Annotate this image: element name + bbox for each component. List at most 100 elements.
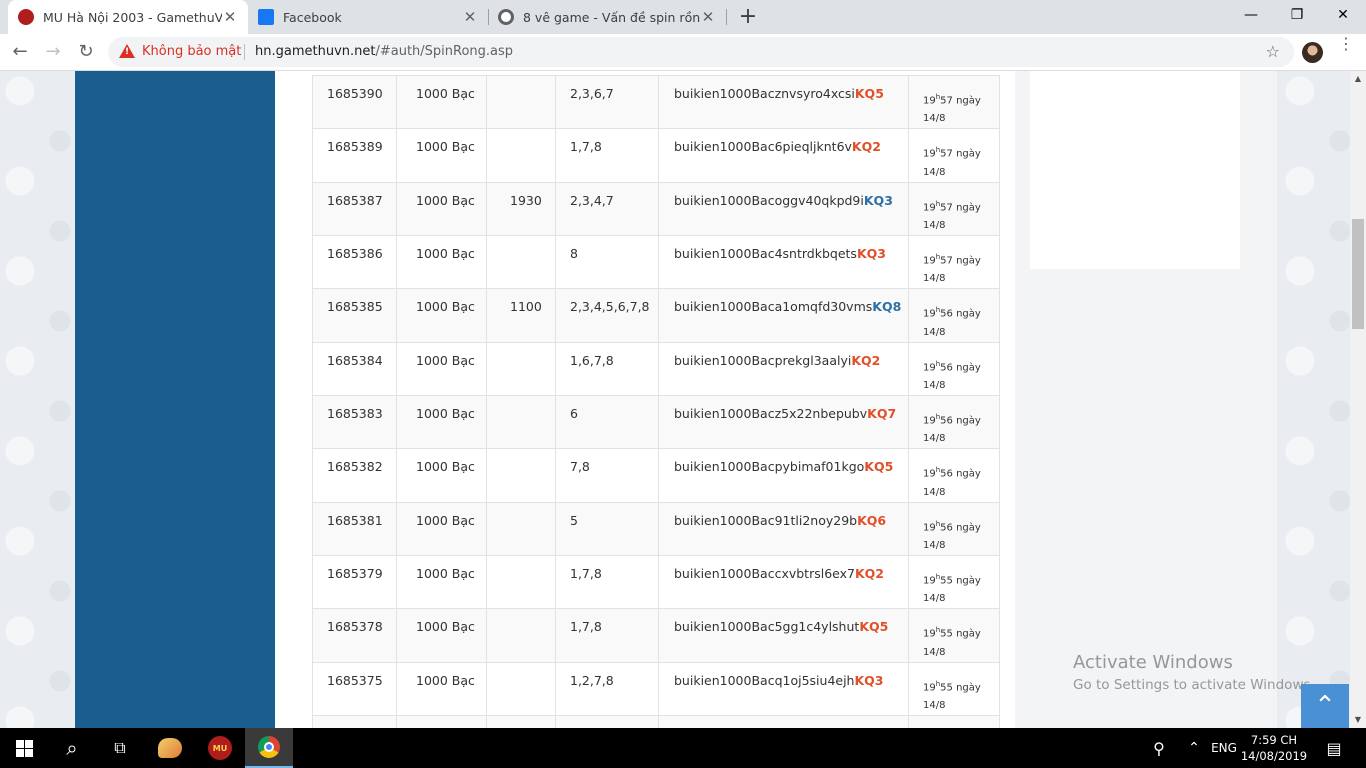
- spin-id: 1685383: [312, 394, 397, 450]
- security-indicator[interactable]: Không bảo mật: [142, 44, 241, 59]
- tab-mu[interactable]: MU Hà Nội 2003 - GamethuVN.n ✕: [8, 0, 248, 34]
- spin-date: 14/8: [923, 326, 946, 338]
- day-label: ngày: [956, 468, 981, 480]
- chosen-numbers: 1,6,7,8: [555, 341, 659, 396]
- table-row: 1685382 1000 Bạc 7,8 buikien1000Bacpybimaf0…: [312, 448, 1000, 503]
- clock-time: 7:59 CH: [1250, 733, 1298, 747]
- time-minute: 55: [940, 628, 953, 640]
- table-row: 1685384 1000 Bạc 1,6,7,8 buikien1000Bacprek…: [312, 341, 1000, 396]
- back-button[interactable]: ←: [6, 38, 34, 66]
- chrome-taskbar-icon[interactable]: [245, 728, 293, 768]
- day-label: ngày: [956, 148, 981, 160]
- spin-id: 1685375: [312, 661, 397, 716]
- chosen-numbers: 2,3,4,5,6,7,8: [555, 288, 659, 343]
- spin-code-cell: buikien1000Bacq1oj5siu4ejhKQ3: [658, 661, 909, 716]
- chosen-numbers: 1,2,7,8: [555, 661, 659, 716]
- win-points: [486, 128, 556, 183]
- profile-avatar[interactable]: [1302, 42, 1323, 63]
- spin-code-cell: buikien1000Bacoggv40qkpd9iKQ3: [658, 181, 909, 236]
- spin-time-cell: 19h57 ngày 14/8: [908, 234, 1000, 290]
- minimize-button[interactable]: —: [1228, 0, 1274, 30]
- spin-id: 1685381: [312, 501, 397, 556]
- win-points: [486, 234, 556, 290]
- spin-time-cell: 19h55 ngày14/8: [908, 661, 1000, 716]
- chosen-numbers: 1,7,8: [555, 128, 659, 183]
- paint-app-icon[interactable]: [146, 728, 194, 768]
- vertical-scrollbar[interactable]: ▲ ▼: [1350, 71, 1366, 728]
- spin-time-cell: 19h56 ngày 14/8: [908, 448, 1000, 503]
- time-hour: 19: [923, 628, 936, 640]
- tab-spin-rong[interactable]: 8 vê game - Vấn đề spin rồng | P ✕: [488, 0, 726, 34]
- spin-code: buikien1000Bacznvsyro4xcsi: [674, 86, 855, 101]
- day-label: ngày: [956, 308, 981, 320]
- notifications-icon[interactable]: ▤: [1320, 728, 1348, 768]
- spin-date: 14/8: [923, 273, 946, 285]
- win-points: [486, 554, 556, 610]
- browser-menu-icon[interactable]: ⋮: [1336, 36, 1356, 52]
- table-row: 1685383 1000 Bạc 6 buikien1000Bacz5x22nbepu…: [312, 394, 1000, 450]
- bet-amount: 1000 Bạc: [396, 661, 487, 716]
- tab-title: MU Hà Nội 2003 - GamethuVN.n: [43, 9, 222, 25]
- bet-amount: 1000 Bạc: [396, 181, 487, 236]
- close-tab-icon[interactable]: ✕: [462, 8, 478, 26]
- task-view-icon[interactable]: ⧉: [96, 728, 144, 768]
- globe-icon: [498, 9, 514, 25]
- chosen-numbers: 5: [555, 501, 659, 556]
- day-label: ngày: [956, 361, 981, 373]
- spin-id: 1685387: [312, 181, 397, 236]
- spin-id: 1685384: [312, 341, 397, 396]
- spin-code: buikien1000Baca1omqfd30vms: [674, 299, 873, 315]
- time-hour: 19: [923, 468, 936, 480]
- time-hour: 19: [923, 201, 936, 213]
- language-indicator[interactable]: ENG: [1208, 728, 1240, 768]
- tab-title: Facebook: [283, 9, 342, 25]
- chosen-numbers: 2,3,6,7: [555, 74, 659, 130]
- mu-game-icon[interactable]: MU: [196, 728, 244, 768]
- scroll-down-icon[interactable]: ▼: [1350, 712, 1366, 728]
- close-tab-icon[interactable]: ✕: [700, 8, 716, 26]
- back-to-top-button[interactable]: ⌃: [1301, 684, 1349, 728]
- day-label: ngày: [956, 201, 981, 213]
- maximize-button[interactable]: ❐: [1274, 0, 1320, 30]
- time-minute: 57: [940, 148, 953, 160]
- spin-history-table: 1685390 1000 Bạc 2,3,6,7 buikien1000Bacznvs…: [312, 74, 1000, 768]
- result-label: KQ2: [851, 352, 881, 368]
- time-minute: 56: [940, 361, 953, 373]
- forward-button[interactable]: →: [39, 38, 67, 66]
- close-tab-icon[interactable]: ✕: [222, 8, 238, 26]
- result-label: KQ3: [854, 672, 884, 688]
- time-minute: 55: [940, 681, 953, 693]
- spin-time-cell: 19h57 ngày 14/8: [908, 181, 1000, 236]
- chosen-numbers: 2,3,4,7: [555, 181, 659, 236]
- facebook-favicon-icon: [258, 9, 274, 25]
- result-label: KQ5: [854, 86, 884, 101]
- taskbar-clock[interactable]: 7:59 CH 14/08/2019: [1240, 732, 1308, 764]
- result-label: KQ7: [867, 405, 897, 421]
- start-button[interactable]: [0, 728, 48, 768]
- tray-expand-icon[interactable]: ⌃: [1184, 728, 1204, 768]
- spin-code-cell: buikien1000Bacprekgl3aalyiKQ2: [658, 341, 909, 396]
- spin-id: 1685379: [312, 554, 397, 610]
- spin-date: 14/8: [923, 486, 946, 498]
- time-hour: 19: [923, 575, 936, 587]
- chosen-numbers: 8: [555, 234, 659, 290]
- scrollbar-thumb[interactable]: [1352, 219, 1364, 329]
- tab-facebook[interactable]: Facebook ✕: [248, 0, 488, 34]
- close-window-button[interactable]: ✕: [1320, 0, 1366, 30]
- new-tab-button[interactable]: +: [736, 3, 760, 31]
- reload-button[interactable]: ↻: [72, 38, 100, 66]
- browser-toolbar: ← → ↻ ! Không bảo mật hn.gamethuvn.net/#…: [0, 34, 1366, 71]
- search-icon[interactable]: ⌕: [48, 728, 96, 768]
- day-label: ngày: [956, 628, 981, 640]
- spin-code-cell: buikien1000Bac5gg1c4ylshutKQ5: [658, 608, 909, 663]
- url-text[interactable]: hn.gamethuvn.net/#auth/SpinRong.asp: [255, 44, 513, 59]
- time-hour: 19: [923, 521, 936, 533]
- people-icon[interactable]: ⚲: [1148, 728, 1170, 768]
- address-bar[interactable]: ! Không bảo mật hn.gamethuvn.net/#auth/S…: [108, 37, 1294, 67]
- spin-time-cell: 19h56 ngày 14/8: [908, 394, 1000, 450]
- bookmark-star-icon[interactable]: ☆: [1266, 42, 1280, 61]
- table-row: 1685386 1000 Bạc 8 buikien1000Bac4sntrdkbqe…: [312, 234, 1000, 290]
- scroll-up-icon[interactable]: ▲: [1350, 71, 1366, 87]
- win-points: [486, 501, 556, 556]
- spin-code-cell: buikien1000Baca1omqfd30vmsKQ8: [658, 288, 909, 343]
